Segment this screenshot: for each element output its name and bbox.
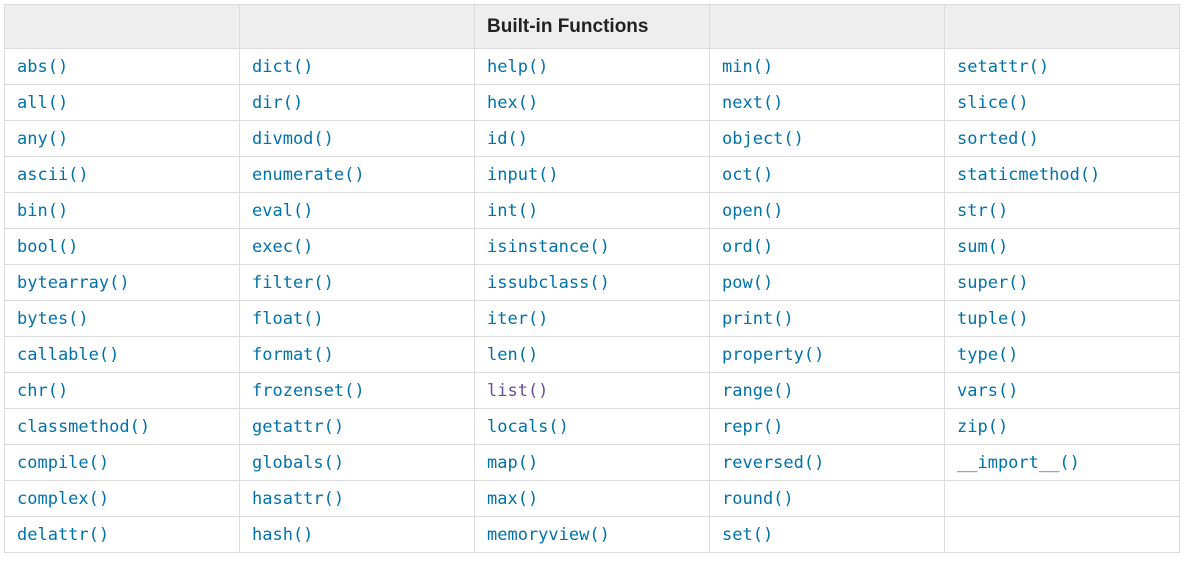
- function-link[interactable]: isinstance(): [487, 237, 610, 257]
- table-row: complex() hasattr() max() round(): [5, 481, 1180, 517]
- function-link[interactable]: setattr(): [957, 57, 1049, 77]
- function-link[interactable]: enumerate(): [252, 165, 365, 185]
- empty-cell: [945, 517, 1180, 553]
- table-body: abs() dict() help() min() setattr() all(…: [5, 49, 1180, 553]
- function-link[interactable]: round(): [722, 489, 794, 509]
- function-link[interactable]: staticmethod(): [957, 165, 1100, 185]
- function-link[interactable]: complex(): [17, 489, 109, 509]
- function-link[interactable]: int(): [487, 201, 538, 221]
- empty-cell: [945, 481, 1180, 517]
- table-row: compile() globals() map() reversed() __i…: [5, 445, 1180, 481]
- table-row: bytes() float() iter() print() tuple(): [5, 301, 1180, 337]
- table-row: bin() eval() int() open() str(): [5, 193, 1180, 229]
- function-link[interactable]: exec(): [252, 237, 313, 257]
- function-link[interactable]: next(): [722, 93, 783, 113]
- function-link[interactable]: __import__(): [957, 453, 1080, 473]
- function-link[interactable]: bin(): [17, 201, 68, 221]
- function-link[interactable]: repr(): [722, 417, 783, 437]
- table-header-cell: [240, 5, 475, 49]
- table-header-cell: Built-in Functions: [475, 5, 710, 49]
- function-link[interactable]: help(): [487, 57, 548, 77]
- function-link[interactable]: id(): [487, 129, 528, 149]
- table-row: ascii() enumerate() input() oct() static…: [5, 157, 1180, 193]
- function-link[interactable]: print(): [722, 309, 794, 329]
- function-link[interactable]: open(): [722, 201, 783, 221]
- function-link[interactable]: chr(): [17, 381, 68, 401]
- table-row: delattr() hash() memoryview() set(): [5, 517, 1180, 553]
- function-link[interactable]: delattr(): [17, 525, 109, 545]
- function-link[interactable]: range(): [722, 381, 794, 401]
- function-link[interactable]: locals(): [487, 417, 569, 437]
- function-link[interactable]: issubclass(): [487, 273, 610, 293]
- function-link[interactable]: getattr(): [252, 417, 344, 437]
- table-row: all() dir() hex() next() slice(): [5, 85, 1180, 121]
- function-link[interactable]: any(): [17, 129, 68, 149]
- function-link[interactable]: abs(): [17, 57, 68, 77]
- table-row: bool() exec() isinstance() ord() sum(): [5, 229, 1180, 265]
- function-link[interactable]: hash(): [252, 525, 313, 545]
- function-link[interactable]: oct(): [722, 165, 773, 185]
- function-link[interactable]: divmod(): [252, 129, 334, 149]
- function-link[interactable]: max(): [487, 489, 538, 509]
- function-link[interactable]: slice(): [957, 93, 1029, 113]
- function-link[interactable]: float(): [252, 309, 324, 329]
- function-link[interactable]: pow(): [722, 273, 773, 293]
- table-header-row: Built-in Functions: [5, 5, 1180, 49]
- function-link[interactable]: zip(): [957, 417, 1008, 437]
- function-link[interactable]: map(): [487, 453, 538, 473]
- function-link[interactable]: frozenset(): [252, 381, 365, 401]
- function-link[interactable]: memoryview(): [487, 525, 610, 545]
- function-link[interactable]: set(): [722, 525, 773, 545]
- function-link[interactable]: str(): [957, 201, 1008, 221]
- function-link[interactable]: list(): [487, 381, 548, 401]
- function-link[interactable]: bytes(): [17, 309, 89, 329]
- table-header-cell: [710, 5, 945, 49]
- function-link[interactable]: bool(): [17, 237, 78, 257]
- function-link[interactable]: iter(): [487, 309, 548, 329]
- function-link[interactable]: callable(): [17, 345, 119, 365]
- function-link[interactable]: format(): [252, 345, 334, 365]
- function-link[interactable]: ord(): [722, 237, 773, 257]
- function-link[interactable]: compile(): [17, 453, 109, 473]
- table-row: classmethod() getattr() locals() repr() …: [5, 409, 1180, 445]
- function-link[interactable]: len(): [487, 345, 538, 365]
- function-link[interactable]: dir(): [252, 93, 303, 113]
- table-header-cell: [945, 5, 1180, 49]
- function-link[interactable]: filter(): [252, 273, 334, 293]
- table-row: callable() format() len() property() typ…: [5, 337, 1180, 373]
- function-link[interactable]: eval(): [252, 201, 313, 221]
- function-link[interactable]: property(): [722, 345, 824, 365]
- builtin-functions-table: Built-in Functions abs() dict() help() m…: [4, 4, 1180, 553]
- table-row: any() divmod() id() object() sorted(): [5, 121, 1180, 157]
- function-link[interactable]: ascii(): [17, 165, 89, 185]
- function-link[interactable]: dict(): [252, 57, 313, 77]
- function-link[interactable]: min(): [722, 57, 773, 77]
- function-link[interactable]: hasattr(): [252, 489, 344, 509]
- function-link[interactable]: tuple(): [957, 309, 1029, 329]
- function-link[interactable]: hex(): [487, 93, 538, 113]
- function-link[interactable]: sum(): [957, 237, 1008, 257]
- function-link[interactable]: reversed(): [722, 453, 824, 473]
- function-link[interactable]: all(): [17, 93, 68, 113]
- table-row: bytearray() filter() issubclass() pow() …: [5, 265, 1180, 301]
- table-row: abs() dict() help() min() setattr(): [5, 49, 1180, 85]
- function-link[interactable]: type(): [957, 345, 1018, 365]
- function-link[interactable]: globals(): [252, 453, 344, 473]
- function-link[interactable]: sorted(): [957, 129, 1039, 149]
- function-link[interactable]: bytearray(): [17, 273, 130, 293]
- function-link[interactable]: super(): [957, 273, 1029, 293]
- function-link[interactable]: input(): [487, 165, 559, 185]
- function-link[interactable]: object(): [722, 129, 804, 149]
- function-link[interactable]: vars(): [957, 381, 1018, 401]
- table-header-cell: [5, 5, 240, 49]
- table-row: chr() frozenset() list() range() vars(): [5, 373, 1180, 409]
- function-link[interactable]: classmethod(): [17, 417, 150, 437]
